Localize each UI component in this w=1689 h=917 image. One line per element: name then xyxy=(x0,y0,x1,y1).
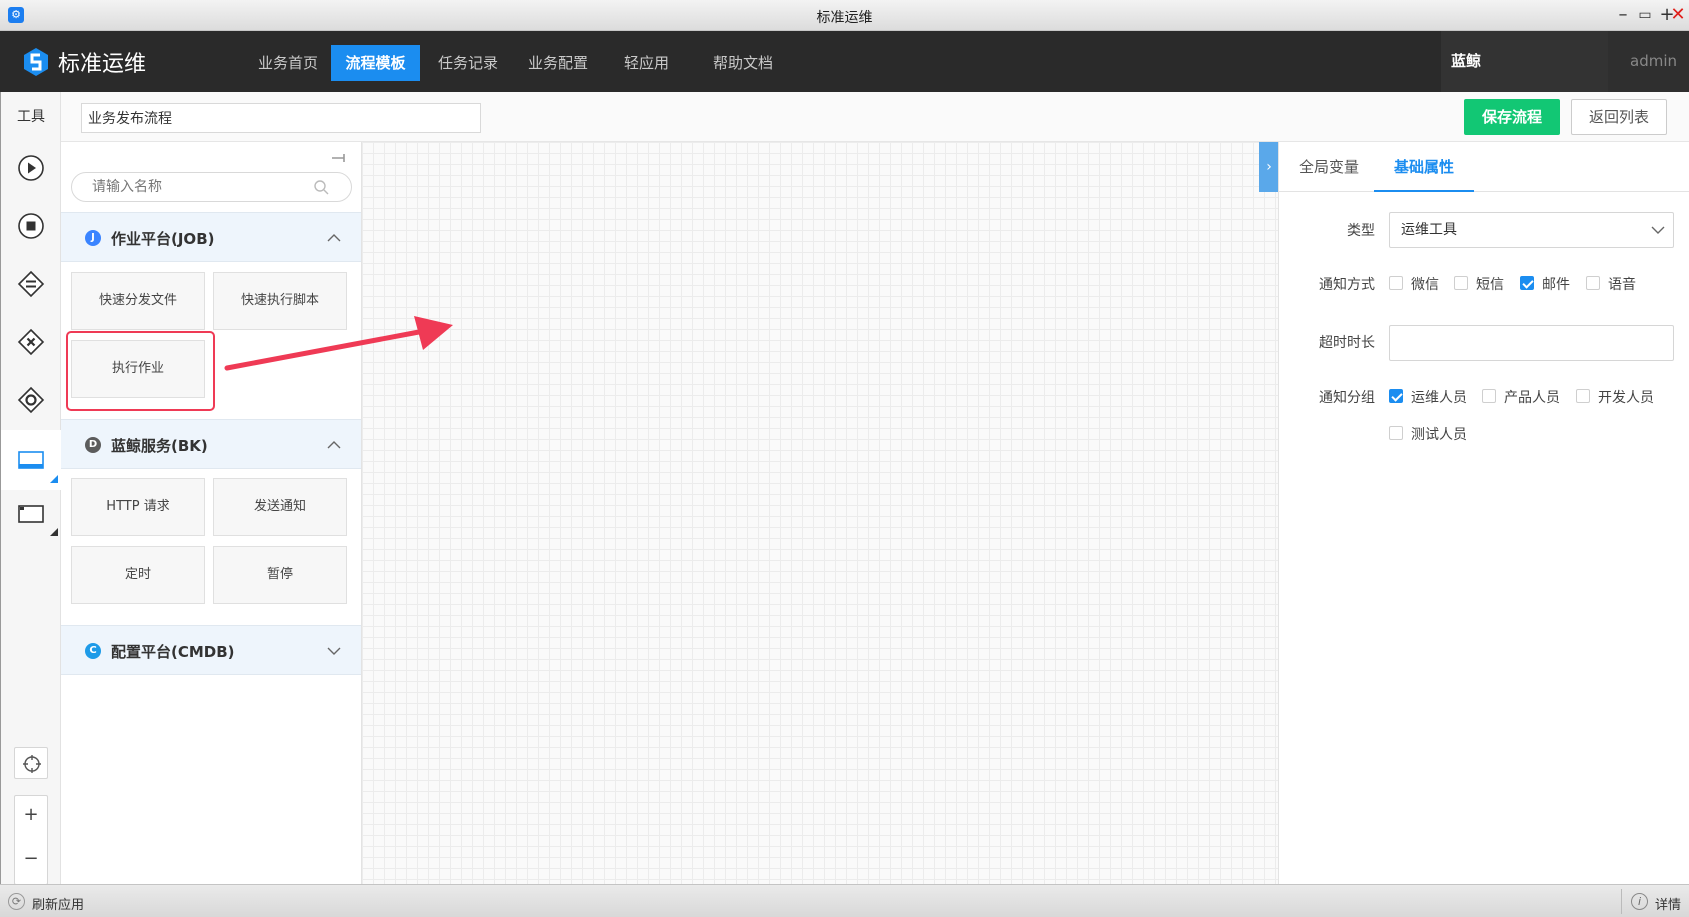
notify-voice-label: 语音 xyxy=(1608,277,1636,293)
zoom-control: + − xyxy=(14,795,48,885)
flow-canvas[interactable] xyxy=(362,142,1278,884)
tab-global-variables[interactable]: 全局变量 xyxy=(1299,142,1359,192)
end-node-icon[interactable] xyxy=(17,212,45,240)
group-ops-label: 运维人员 xyxy=(1411,390,1467,406)
parallel-gateway-icon[interactable] xyxy=(17,270,45,298)
search-icon[interactable] xyxy=(313,179,329,195)
timeout-label: 超时时长 xyxy=(1319,335,1375,351)
node-http-request[interactable]: HTTP 请求 xyxy=(71,478,205,536)
tools-label: 工具 xyxy=(17,109,45,125)
notify-email-checkbox[interactable] xyxy=(1520,276,1534,290)
type-label: 类型 xyxy=(1347,223,1375,239)
nav-help-docs[interactable]: 帮助文档 xyxy=(703,45,783,81)
notify-voice-checkbox[interactable] xyxy=(1586,276,1600,290)
node-pause[interactable]: 暂停 xyxy=(213,546,347,604)
type-select[interactable]: 运维工具 xyxy=(1389,212,1674,248)
detail-link[interactable]: 详情 xyxy=(1655,894,1681,913)
nav-flow-template[interactable]: 流程模板 xyxy=(331,45,420,81)
timeout-input[interactable] xyxy=(1389,325,1674,361)
converge-gateway-icon[interactable] xyxy=(17,386,45,414)
flow-name-input[interactable]: 业务发布流程 xyxy=(81,103,481,133)
flow-toolbar: 业务发布流程 保存流程 返回列表 xyxy=(61,92,1689,142)
branch-gateway-icon[interactable] xyxy=(17,328,45,356)
chevron-down-icon[interactable] xyxy=(326,643,342,659)
group-test-label: 测试人员 xyxy=(1411,427,1467,443)
window-title: 标准运维 xyxy=(816,10,873,26)
group-test-checkbox[interactable] xyxy=(1389,426,1403,440)
logo-icon xyxy=(24,48,48,76)
divider xyxy=(1621,889,1622,914)
task-node-icon[interactable] xyxy=(17,446,45,474)
subprocess-corner-icon xyxy=(50,528,58,536)
top-navigation: 标准运维 业务首页 流程模板 任务记录 业务配置 轻应用 帮助文档 蓝鲸 adm… xyxy=(0,31,1689,92)
start-node-icon[interactable] xyxy=(17,154,45,182)
save-flow-button[interactable]: 保存流程 xyxy=(1464,99,1560,135)
bk-badge-icon: D xyxy=(85,437,101,453)
chevron-up-icon[interactable] xyxy=(326,230,342,246)
group-job-header[interactable]: J 作业平台(JOB) xyxy=(61,212,361,262)
group-product-checkbox[interactable] xyxy=(1482,389,1496,403)
group-ops-checkbox[interactable] xyxy=(1389,389,1403,403)
notify-sms-label: 短信 xyxy=(1476,277,1504,293)
notify-wechat-checkbox[interactable] xyxy=(1389,276,1403,290)
back-to-list-button[interactable]: 返回列表 xyxy=(1571,99,1667,135)
brand[interactable]: 标准运维 xyxy=(20,44,146,80)
group-dev-label: 开发人员 xyxy=(1598,390,1654,406)
window-titlebar: ⚙ 标准运维 – ▭ + ✕ xyxy=(0,0,1689,31)
chevron-down-icon xyxy=(1651,226,1665,234)
locate-button[interactable] xyxy=(14,747,48,779)
group-job-title: 作业平台(JOB) xyxy=(111,230,215,248)
node-timer[interactable]: 定时 xyxy=(71,546,205,604)
zoom-out-button[interactable]: − xyxy=(15,848,47,869)
close-icon[interactable]: ✕ xyxy=(1668,4,1688,26)
notify-label: 通知方式 xyxy=(1319,277,1375,293)
notify-group-label: 通知分组 xyxy=(1319,390,1375,406)
maximize-icon[interactable]: ▭ xyxy=(1635,4,1655,26)
group-cmdb-title: 配置平台(CMDB) xyxy=(111,643,235,661)
chevron-up-icon[interactable] xyxy=(326,437,342,453)
user-name[interactable]: admin xyxy=(1608,31,1689,92)
properties-panel: 全局变量 基础属性 类型 运维工具 通知方式 微信 短信 邮件 语音 超时时长 … xyxy=(1278,142,1689,884)
brand-name: 标准运维 xyxy=(58,52,147,77)
zoom-in-button[interactable]: + xyxy=(15,804,47,825)
group-bk-title: 蓝鲸服务(BK) xyxy=(111,437,208,455)
crosshair-icon xyxy=(23,755,41,773)
highlight-box xyxy=(66,331,215,411)
nav-home[interactable]: 业务首页 xyxy=(248,45,328,81)
subprocess-icon[interactable] xyxy=(17,500,45,528)
node-fast-push-file[interactable]: 快速分发文件 xyxy=(71,272,205,330)
cmdb-badge-icon: C xyxy=(85,643,101,659)
refresh-app-link[interactable]: 刷新应用 xyxy=(32,894,84,913)
refresh-icon[interactable]: ⟳ xyxy=(8,893,25,910)
info-icon[interactable]: i xyxy=(1631,893,1648,910)
group-cmdb-header[interactable]: C 配置平台(CMDB) xyxy=(61,625,361,675)
business-selector[interactable]: 蓝鲸 xyxy=(1441,31,1608,92)
minimize-icon[interactable]: – xyxy=(1613,4,1633,26)
pin-icon[interactable] xyxy=(331,150,347,166)
collapse-panel-button[interactable]: › xyxy=(1259,142,1279,192)
notify-sms-checkbox[interactable] xyxy=(1454,276,1468,290)
nav-business-config[interactable]: 业务配置 xyxy=(518,45,598,81)
tab-basic-properties[interactable]: 基础属性 xyxy=(1374,142,1475,192)
job-badge-icon: J xyxy=(85,230,101,246)
group-bk-header[interactable]: D 蓝鲸服务(BK) xyxy=(61,419,361,469)
status-bar: ⟳ 刷新应用 i 详情 xyxy=(0,884,1689,917)
group-dev-checkbox[interactable] xyxy=(1576,389,1590,403)
type-select-value: 运维工具 xyxy=(1401,222,1457,238)
notify-email-label: 邮件 xyxy=(1542,277,1570,293)
tools-sidebar: 工具 + − xyxy=(0,92,61,885)
group-product-label: 产品人员 xyxy=(1504,390,1560,406)
node-send-notify[interactable]: 发送通知 xyxy=(213,478,347,536)
node-palette: 请输入名称 J 作业平台(JOB) 快速分发文件 快速执行脚本 执行作业 D 蓝… xyxy=(61,142,362,884)
nav-light-app[interactable]: 轻应用 xyxy=(614,45,679,81)
notify-wechat-label: 微信 xyxy=(1411,277,1439,293)
task-node-corner-icon xyxy=(50,475,58,483)
nav-task-record[interactable]: 任务记录 xyxy=(428,45,508,81)
panel-tabs: 全局变量 基础属性 xyxy=(1279,142,1689,192)
palette-search-input[interactable]: 请输入名称 xyxy=(71,172,352,202)
drag-arrow-icon xyxy=(224,316,453,371)
